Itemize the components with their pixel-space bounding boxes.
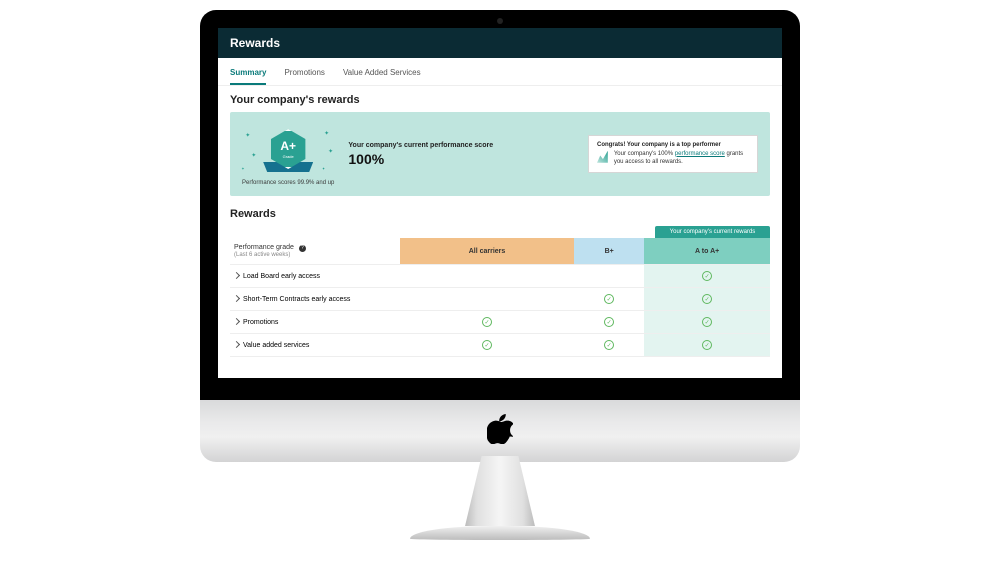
reward-cell-ap: ✓ (644, 334, 770, 357)
check-circle-icon: ✓ (702, 317, 712, 327)
reward-cell-bp: ✓ (574, 288, 644, 311)
tab-summary[interactable]: Summary (230, 64, 266, 85)
check-circle-icon: ✓ (702, 294, 712, 304)
reward-cell-all (400, 265, 574, 288)
score-block: Your company's current performance score… (348, 142, 574, 167)
imac-frame: Rewards Summary Promotions Value Added S… (200, 10, 800, 540)
performance-score-link[interactable]: performance score (675, 151, 725, 157)
table-row: Short-Term Contracts early access ✓ ✓ (230, 288, 770, 311)
table-row: Promotions ✓ ✓ ✓ (230, 311, 770, 334)
callout-prefix: Your company's 100% (614, 151, 675, 157)
reward-cell-ap: ✓ (644, 265, 770, 288)
badge-caption: Performance scores 99.9% and up (242, 180, 334, 186)
performance-hero: ✦ ✦ ✦ ✦ ✦ ✦ A+ Grade Perform (230, 112, 770, 196)
sparkle-icon: ✦ (245, 132, 250, 139)
grade-badge: ✦ ✦ ✦ ✦ ✦ ✦ A+ Grade (261, 122, 315, 176)
table-row: Load Board early access ✓ (230, 265, 770, 288)
check-circle-icon: ✓ (702, 340, 712, 350)
main-content: Your company's rewards ✦ ✦ ✦ ✦ ✦ ✦ (218, 86, 782, 365)
reward-label: Promotions (243, 319, 278, 326)
col-header-all-carriers: All carriers (400, 238, 574, 265)
reward-cell-bp: ✓ (574, 334, 644, 357)
chevron-right-icon (233, 318, 240, 325)
top-performer-callout: Congrats! Your company is a top performe… (588, 135, 758, 174)
check-circle-icon: ✓ (604, 294, 614, 304)
current-tier-badge: Your company's current rewards (655, 226, 770, 238)
rewards-table-title: Rewards (230, 208, 770, 220)
page-title: Rewards (218, 28, 782, 58)
reward-label: Short-Term Contracts early access (243, 296, 350, 303)
reward-cell-ap: ✓ (644, 288, 770, 311)
sparkle-icon: ✦ (324, 130, 329, 137)
imac-stand-foot (410, 526, 590, 540)
col-header-a-to-a-plus: A to A+ (644, 238, 770, 265)
score-label: Your company's current performance score (348, 142, 574, 149)
reward-row-toggle[interactable]: Load Board early access (230, 265, 400, 288)
sparkle-icon: ✦ (241, 166, 244, 171)
check-circle-icon: ✓ (482, 317, 492, 327)
reward-cell-all: ✓ (400, 311, 574, 334)
help-icon[interactable]: ? (299, 245, 306, 252)
chevron-right-icon (233, 272, 240, 279)
badge-grade-value: A+ (280, 139, 296, 153)
reward-cell-bp (574, 265, 644, 288)
callout-title: Congrats! Your company is a top performe… (597, 142, 749, 148)
callout-text: Your company's 100% performance score gr… (614, 151, 749, 167)
reward-label: Value added services (243, 342, 309, 349)
chart-up-icon (597, 151, 608, 163)
chevron-right-icon (233, 341, 240, 348)
chevron-right-icon (233, 295, 240, 302)
check-circle-icon: ✓ (702, 271, 712, 281)
reward-cell-ap: ✓ (644, 311, 770, 334)
sparkle-icon: ✦ (251, 152, 256, 159)
rewards-table: Performance grade ? (Last 6 active weeks… (230, 238, 770, 357)
badge-grade-label: Grade (283, 154, 294, 159)
apple-logo-icon (487, 414, 513, 449)
tab-bar: Summary Promotions Value Added Services (218, 58, 782, 86)
grade-header-text: Performance grade (234, 244, 294, 251)
reward-row-toggle[interactable]: Promotions (230, 311, 400, 334)
reward-row-toggle[interactable]: Short-Term Contracts early access (230, 288, 400, 311)
reward-cell-bp: ✓ (574, 311, 644, 334)
col-header-grade: Performance grade ? (Last 6 active weeks… (230, 238, 400, 265)
tab-promotions[interactable]: Promotions (284, 64, 324, 85)
imac-bezel: Rewards Summary Promotions Value Added S… (200, 10, 800, 400)
score-value: 100% (348, 151, 574, 167)
sparkle-icon: ✦ (322, 166, 325, 171)
grade-header-sub: (Last 6 active weeks) (234, 252, 396, 258)
check-circle-icon: ✓ (482, 340, 492, 350)
col-header-b-plus: B+ (574, 238, 644, 265)
grade-badge-wrap: ✦ ✦ ✦ ✦ ✦ ✦ A+ Grade Perform (242, 122, 334, 186)
check-circle-icon: ✓ (604, 340, 614, 350)
app-viewport: Rewards Summary Promotions Value Added S… (218, 28, 782, 378)
reward-cell-all (400, 288, 574, 311)
sparkle-icon: ✦ (328, 148, 333, 155)
table-row: Value added services ✓ ✓ ✓ (230, 334, 770, 357)
reward-cell-all: ✓ (400, 334, 574, 357)
reward-row-toggle[interactable]: Value added services (230, 334, 400, 357)
imac-chin (200, 400, 800, 462)
check-circle-icon: ✓ (604, 317, 614, 327)
imac-stand-neck (454, 456, 546, 526)
tab-value-added-services[interactable]: Value Added Services (343, 64, 421, 85)
reward-label: Load Board early access (243, 273, 320, 280)
section-title-rewards: Your company's rewards (230, 94, 770, 106)
camera-dot (497, 18, 503, 24)
